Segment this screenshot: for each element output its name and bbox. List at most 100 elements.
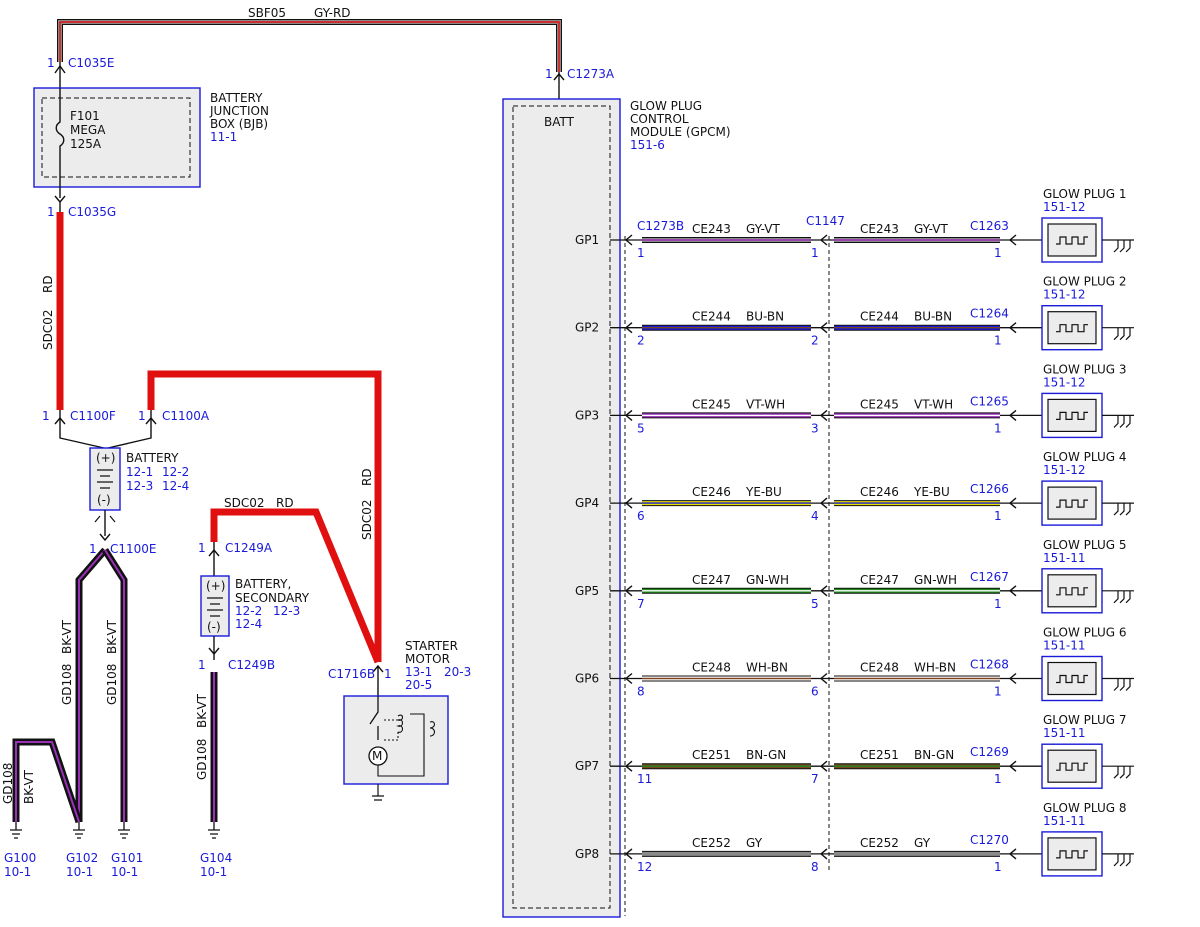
gp1-circuit-b: CE243: [860, 222, 899, 236]
gp8-ground-icon: [1102, 853, 1134, 867]
gp4-plug-name: GLOW PLUG 4: [1043, 450, 1127, 464]
battery-ground-pin: 1: [89, 542, 97, 556]
gp3-circuit-b: CE245: [860, 397, 899, 411]
gp2-circuit-b: CE244: [860, 310, 899, 324]
sbf05-wire: [57, 19, 562, 72]
gp6-plug-connector: C1268: [970, 658, 1009, 672]
ground-g101-ref: 10-1: [111, 865, 138, 879]
secondary-ground-color: BK-VT: [195, 693, 209, 728]
gp7-circuit-a: CE251: [692, 748, 731, 762]
starter-connector-label: C1716B: [328, 667, 375, 681]
gp6-plug-pin: 1: [994, 685, 1002, 699]
gp4-plug-connector: C1266: [970, 482, 1009, 496]
gp7-ground-icon: [1102, 765, 1134, 779]
battery-ref-4: 12-4: [162, 479, 189, 493]
gp6-pin-label: GP6: [575, 672, 599, 686]
bjb-top-connector-label: C1035E: [68, 56, 115, 70]
gp8-plug-name: GLOW PLUG 8: [1043, 801, 1127, 815]
gp7-pin-label: GP7: [575, 759, 599, 773]
gp3-plug-name: GLOW PLUG 3: [1043, 362, 1127, 376]
c1147-label: C1147: [806, 214, 845, 228]
gp5-pin-a: 7: [637, 597, 645, 611]
gp1-circuit-a: CE243: [692, 222, 731, 236]
bjb-bottom-pin: 1: [47, 205, 55, 219]
gp5-plug-pin: 1: [994, 597, 1002, 611]
bjb-ref: 11-1: [210, 130, 237, 144]
battery-right-pin: 1: [138, 409, 146, 423]
gp6-color-a: WH-BN: [746, 661, 788, 675]
gp4-color-b: YE-BU: [913, 485, 950, 499]
gp2-ground-icon: [1102, 327, 1134, 341]
gp5-color-b: GN-WH: [914, 573, 957, 587]
gp8-pin-b: 8: [811, 860, 819, 874]
gp4-plug-ref: 151-12: [1043, 463, 1086, 477]
battery-ref-1: 12-1: [126, 465, 153, 479]
secondary-top-pin: 1: [198, 541, 206, 555]
secondary-ref-1: 12-2: [235, 604, 262, 618]
gpcm-ref: 151-6: [630, 138, 665, 152]
gp8-color-b: GY: [914, 836, 931, 850]
ground-wire-1-color: BK-VT: [60, 619, 74, 654]
bjb-top-pin: 1: [47, 56, 55, 70]
svg-text:(+): (+): [96, 451, 115, 465]
gp8-pin-label: GP8: [575, 847, 599, 861]
gp3-ground-icon: [1102, 414, 1134, 428]
sbf05-circuit-label: SBF05: [248, 6, 286, 20]
gp7-color-b: BN-GN: [914, 748, 954, 762]
ground-wire-2-color: BK-VT: [105, 619, 119, 654]
secondary-name-2: SECONDARY: [235, 591, 310, 605]
gp1-color-a: GY-VT: [746, 222, 780, 236]
battery-left-pin: 1: [42, 409, 50, 423]
gp1-plug-connector: C1263: [970, 219, 1009, 233]
gp1-pin-a: 1: [637, 246, 645, 260]
ground-g102-ref: 10-1: [66, 865, 93, 879]
gp5-plug-name: GLOW PLUG 5: [1043, 538, 1127, 552]
starter-ref-2: 20-3: [444, 665, 471, 679]
gp2-plug-pin: 1: [994, 334, 1002, 348]
gp5-circuit-a: CE247: [692, 573, 731, 587]
bjb-top-connector: [54, 62, 66, 88]
gpcm-pin: 1: [545, 67, 553, 81]
gpcm-connector-label: C1273A: [567, 67, 615, 81]
secondary-top-connector-label: C1249A: [225, 541, 273, 555]
battery-name: BATTERY: [126, 451, 179, 465]
gpcm-box: [502, 98, 621, 918]
fuse-line-1: F101: [70, 109, 100, 123]
bjb-name-2: JUNCTION: [209, 104, 269, 118]
battery-ground-connector-label: C1100E: [110, 542, 157, 556]
gp1-plug-pin: 1: [994, 246, 1002, 260]
gp1-ground-icon: [1102, 239, 1134, 253]
gp1-plug-ref: 151-12: [1043, 200, 1086, 214]
fuse-line-2: MEGA: [70, 123, 106, 137]
ground-symbol-icon: [10, 822, 220, 839]
gp5-circuit-b: CE247: [860, 573, 899, 587]
gp6-pin-a: 8: [637, 685, 645, 699]
starter-ref-1: 13-1: [405, 665, 432, 679]
ground-g100-ref: 10-1: [4, 865, 31, 879]
gp8-plug-pin: 1: [994, 860, 1002, 874]
secondary-battery-bottom-connector: [208, 636, 220, 660]
gp3-circuit-a: CE245: [692, 397, 731, 411]
gpcm-batt-label: BATT: [544, 115, 575, 129]
gp7-plug-pin: 1: [994, 772, 1002, 786]
gp5-ground-icon: [1102, 590, 1134, 604]
gp6-plug-name: GLOW PLUG 6: [1043, 626, 1127, 640]
starter-pin: 1: [384, 667, 392, 681]
bjb-box: [33, 87, 201, 188]
gp7-circuit-b: CE251: [860, 748, 899, 762]
glow-plug-rows: GP11 1 1CE243 GY-VT CE243 GY-VT C1263GLOW PLUG…: [575, 187, 1134, 877]
gp3-plug-ref: 151-12: [1043, 375, 1086, 389]
gp7-pin-b: 7: [811, 772, 819, 786]
ground-g104-ref: 10-1: [200, 865, 227, 879]
gp6-pin-b: 6: [811, 685, 819, 699]
battery-starter-color: RD: [360, 468, 374, 486]
gp8-plug-connector: C1270: [970, 833, 1009, 847]
gp5-color-a: GN-WH: [746, 573, 789, 587]
gp2-plug-connector: C1264: [970, 307, 1009, 321]
svg-text:(-): (-): [207, 620, 221, 634]
gp4-circuit-a: CE246: [692, 485, 731, 499]
secondary-ground-circuit: GD108: [195, 739, 209, 780]
ground-g104: G104: [200, 851, 232, 865]
gpcm-name-2: CONTROL: [630, 112, 689, 126]
battery-right-connector-label: C1100A: [162, 409, 210, 423]
